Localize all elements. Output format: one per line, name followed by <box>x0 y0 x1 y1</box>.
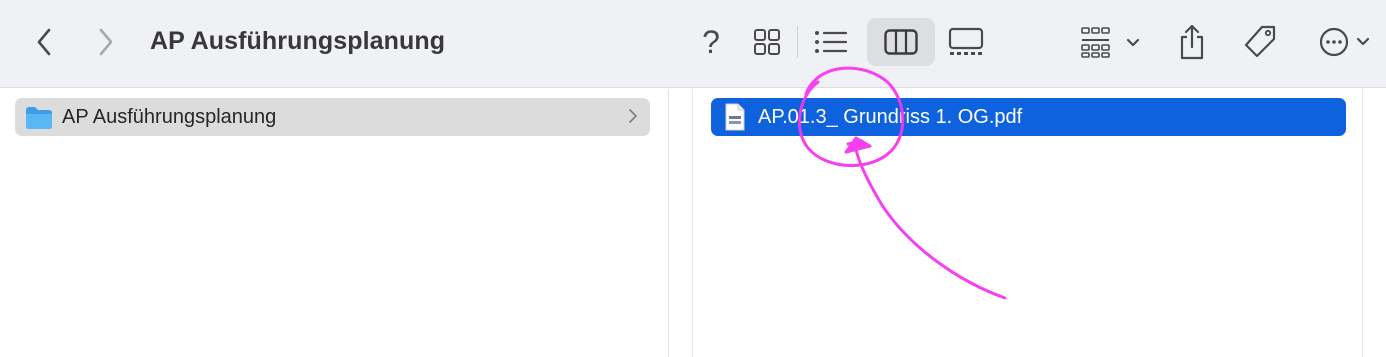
pdf-file-icon <box>725 103 745 131</box>
toolbar-separator <box>797 26 798 58</box>
column-view-icon <box>884 29 918 55</box>
chevron-left-icon <box>37 28 51 56</box>
share-button[interactable] <box>1174 20 1210 64</box>
file-label: AP.01.3_ Grundriss 1. OG.pdf <box>758 106 1023 128</box>
group-by-button[interactable] <box>1074 22 1144 62</box>
tag-icon <box>1244 25 1276 58</box>
help-button[interactable]: ? <box>696 24 726 60</box>
folder-icon <box>26 107 52 129</box>
column-divider[interactable] <box>668 89 669 357</box>
chevron-right-icon <box>99 28 113 56</box>
list-view-icon <box>815 31 848 53</box>
more-button[interactable] <box>1314 24 1380 60</box>
gallery-view-button[interactable] <box>946 22 986 62</box>
list-item-file[interactable]: AP.01.3_ Grundriss 1. OG.pdf <box>711 98 1346 136</box>
list-item-folder[interactable]: AP Ausführungsplanung <box>15 98 650 136</box>
group-by-icon <box>1081 27 1140 58</box>
grid-view-button[interactable] <box>750 24 784 60</box>
column-divider[interactable] <box>1362 89 1363 357</box>
chevron-down-icon <box>1126 38 1140 47</box>
more-icon <box>1319 27 1370 57</box>
help-icon: ? <box>702 23 720 60</box>
window-title: AP Ausführungsplanung <box>150 27 446 55</box>
back-button[interactable] <box>30 26 58 58</box>
grid-view-icon <box>754 29 780 55</box>
forward-button[interactable] <box>92 26 120 58</box>
list-view-button[interactable] <box>810 24 852 60</box>
folder-label: AP Ausführungsplanung <box>62 106 277 128</box>
share-icon <box>1180 24 1204 60</box>
tag-button[interactable] <box>1240 22 1280 62</box>
column-view-button[interactable] <box>867 18 935 66</box>
gallery-view-icon <box>948 27 984 55</box>
toolbar: AP Ausführungsplanung ? <box>0 0 1386 88</box>
chevron-right-icon <box>629 109 637 123</box>
